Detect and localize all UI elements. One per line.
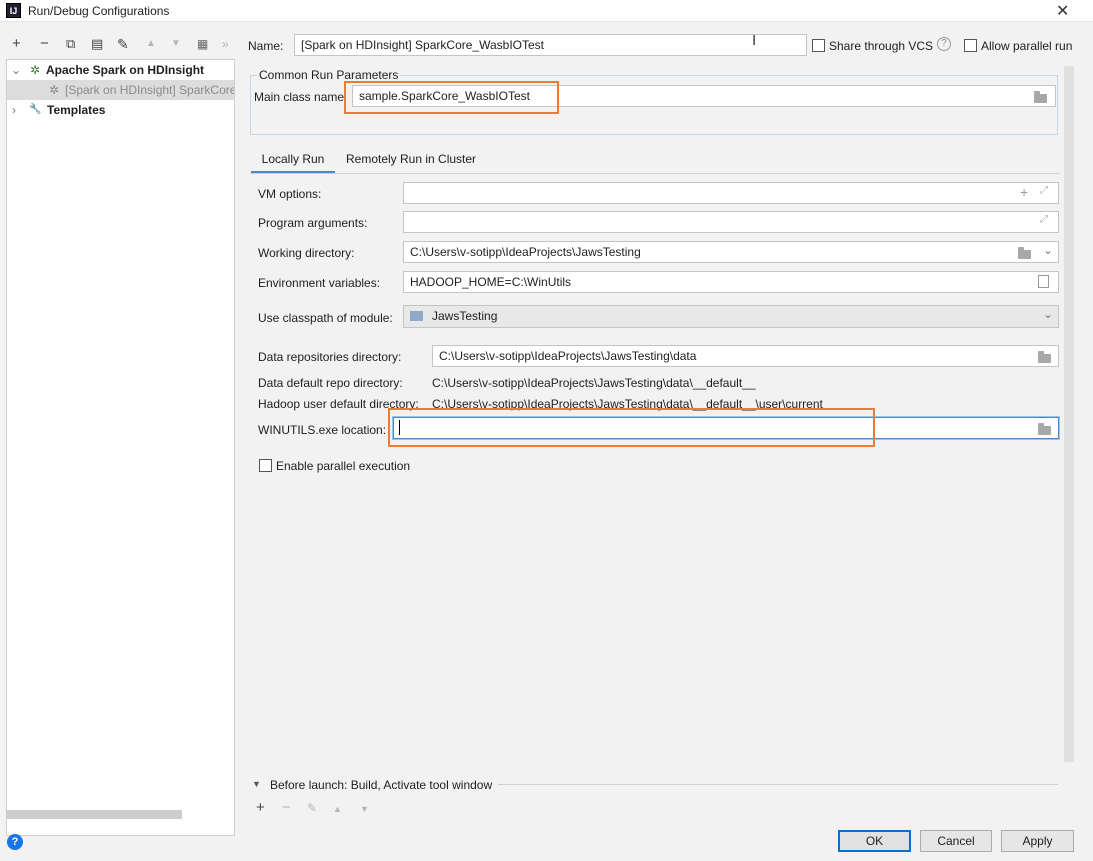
classpath-module-label: Use classpath of module: [258,311,393,325]
wrench-icon[interactable]: ✎ [117,34,129,54]
wrench-icon: 🔧 [29,104,42,115]
add-task-button[interactable]: + [256,799,265,816]
hadoop-user-label: Hadoop user default directory: [258,397,419,411]
hadoop-user-value: C:\Users\v-sotipp\IdeaProjects\JawsTesti… [432,397,823,411]
expand-icon[interactable]: ⤢ [1040,185,1048,196]
vertical-scrollbar[interactable] [1064,66,1074,762]
move-up-icon[interactable]: ▲ [146,34,156,54]
working-directory-input[interactable]: C:\Users\v-sotipp\IdeaProjects\JawsTesti… [403,241,1059,263]
before-launch-separator [498,784,1058,785]
program-arguments-input[interactable] [403,211,1059,233]
folder-browse-icon[interactable] [1018,247,1031,259]
ok-button[interactable]: OK [838,830,911,852]
name-label: Name: [248,39,284,53]
classpath-module-select[interactable]: JawsTesting [403,305,1059,328]
remove-configuration-button[interactable]: − [40,34,49,54]
tab-locally-run[interactable]: Locally Run [251,148,335,174]
tree-item-templates[interactable]: › 🔧 Templates [7,100,234,120]
tree-item-label: Apache Spark on HDInsight [46,63,205,77]
before-launch-label: Before launch: Build, Activate tool wind… [270,778,493,792]
data-repositories-label: Data repositories directory: [258,350,402,364]
data-repositories-input[interactable]: C:\Users\v-sotipp\IdeaProjects\JawsTesti… [432,345,1059,367]
edit-task-icon[interactable]: ✎ [307,801,317,815]
remove-task-button[interactable]: − [282,799,291,816]
tree-horizontal-scrollbar[interactable] [6,810,182,819]
main-class-name-label: Main class name [254,90,345,104]
add-configuration-button[interactable]: + [12,34,21,54]
move-up-icon[interactable]: ▲ [333,804,342,814]
default-repo-value: C:\Users\v-sotipp\IdeaProjects\JawsTesti… [432,376,756,390]
collapse-arrow-icon[interactable]: ▼ [252,779,261,789]
winutils-location-input[interactable] [393,417,1059,439]
share-through-vcs-checkbox[interactable] [812,39,825,52]
folder-browse-icon[interactable] [1038,351,1051,363]
close-icon[interactable]: ✕ [1056,1,1069,21]
main-class-name-input[interactable]: sample.SparkCore_WasbIOTest [352,85,1056,107]
help-icon[interactable]: ? [7,834,23,850]
copy-configuration-icon[interactable]: ⧉ [66,34,75,54]
move-down-icon[interactable]: ▼ [171,34,181,54]
enable-parallel-execution-checkbox[interactable] [259,459,272,472]
tree-item-label: [Spark on HDInsight] SparkCore_WasbIOTes… [65,83,234,97]
chevron-down-icon[interactable]: ⌄ [1043,307,1053,321]
tree-item-apache-spark[interactable]: ⌄ ✲ Apache Spark on HDInsight [7,60,234,80]
folder-browse-icon[interactable] [1034,91,1047,103]
title-bar: IJ Run/Debug Configurations ✕ [0,0,1093,22]
text-cursor-icon: I [752,32,757,49]
apply-button[interactable]: Apply [1001,830,1074,852]
allow-parallel-run-checkbox[interactable] [964,39,977,52]
edit-env-icon[interactable] [1038,275,1049,288]
module-folder-icon [410,311,423,321]
working-directory-label: Working directory: [258,246,355,260]
classpath-module-value: JawsTesting [432,309,498,323]
winutils-location-label: WINUTILS.exe location: [258,423,387,437]
tab-remotely-run-in-cluster[interactable]: Remotely Run in Cluster [346,148,476,174]
name-input[interactable]: [Spark on HDInsight] SparkCore_WasbIOTes… [294,34,807,56]
folder-browse-icon[interactable] [1038,423,1051,435]
environment-variables-label: Environment variables: [258,276,381,290]
intellij-app-icon: IJ [6,3,21,18]
expand-icon[interactable]: ⤢ [1040,214,1048,225]
common-run-parameters-title: Common Run Parameters [257,67,401,83]
window-title: Run/Debug Configurations [28,4,170,18]
spark-icon: ✲ [49,83,60,97]
text-caret [399,420,400,435]
folder-icon[interactable]: ▦ [197,34,208,54]
tab-divider [250,173,1060,174]
allow-parallel-run-label: Allow parallel run [981,39,1073,53]
environment-variables-input[interactable]: HADOOP_HOME=C:\WinUtils [403,271,1059,293]
chevron-down-icon[interactable]: ⌄ [1043,243,1053,257]
move-down-icon[interactable]: ▼ [360,804,369,814]
spark-icon: ✲ [30,63,41,77]
tree-item-label: Templates [47,103,106,117]
tree-item-spark-config[interactable]: ✲ [Spark on HDInsight] SparkCore_WasbIOT… [7,80,234,100]
help-icon[interactable]: ? [937,37,951,51]
save-configuration-icon[interactable]: ▤ [91,34,103,54]
enable-parallel-execution-label: Enable parallel execution [276,459,411,473]
more-actions-icon[interactable]: » [222,34,229,54]
vm-options-input[interactable] [403,182,1059,204]
chevron-down-icon[interactable]: ⌄ [11,60,21,80]
configuration-tree[interactable]: ⌄ ✲ Apache Spark on HDInsight ✲ [Spark o… [6,59,235,836]
cancel-button[interactable]: Cancel [920,830,992,852]
chevron-right-icon[interactable]: › [12,100,16,120]
plus-icon[interactable]: + [1020,184,1028,200]
program-arguments-label: Program arguments: [258,216,368,230]
vm-options-label: VM options: [258,187,322,201]
default-repo-label: Data default repo directory: [258,376,403,390]
share-through-vcs-label: Share through VCS [829,39,934,53]
